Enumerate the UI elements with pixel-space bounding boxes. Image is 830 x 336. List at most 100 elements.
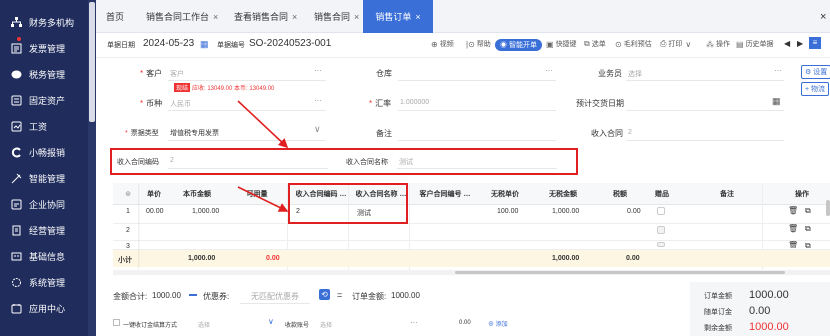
gear-icon: ⚙ (805, 69, 814, 76)
delivery-label: 预计交货日期 (576, 99, 624, 108)
help-button[interactable]: |⊙ 帮助 (466, 39, 491, 49)
invoice-type-select[interactable]: 增值税专用发票 (170, 128, 219, 138)
smart-order-button[interactable]: ◉ 智能开单 (495, 39, 542, 51)
tab-sales-order[interactable]: 销售订单 × (363, 0, 433, 33)
contract-name-label: 收入合同名称 (346, 159, 388, 166)
ops-button[interactable]: ⁂ 操作 (706, 39, 730, 49)
sidebar-item-smart[interactable]: 智能管理 (0, 165, 96, 191)
calendar-icon[interactable]: ▦ (772, 96, 781, 107)
discount-select[interactable]: 无匹配优惠券 (251, 291, 299, 302)
copy-icon[interactable]: ⧉ (805, 241, 811, 248)
col-remark[interactable]: 备注 (712, 183, 742, 205)
pick-button[interactable]: ⧉ 选单 (584, 39, 606, 49)
discount-underline (240, 303, 310, 304)
org-icon (10, 16, 23, 29)
delete-icon[interactable]: 🗑 (788, 241, 798, 248)
col-price[interactable]: 单价 (140, 183, 168, 205)
tab-view-contract[interactable]: 查看销售合同 × (234, 0, 306, 33)
video-button[interactable]: ⊕ 视频 (431, 39, 454, 49)
sidebar-item-business[interactable]: 经营管理 (0, 217, 96, 243)
chevron-down-icon[interactable]: ∨ (314, 124, 321, 135)
print-button[interactable]: ⎙ 打印 ∨ (660, 39, 693, 49)
logistics-button[interactable]: + 物流 (801, 82, 830, 96)
shortcut-button[interactable]: ▣ 快捷键 (546, 39, 577, 49)
col-tax[interactable]: 税额 (600, 183, 640, 205)
tab-home[interactable]: 首页 (106, 0, 136, 33)
salesman-more-icon[interactable]: ··· (774, 66, 782, 75)
add-button[interactable]: ⊕ 添加 (488, 319, 508, 328)
col-net-price[interactable]: 无税单价 (480, 183, 530, 205)
menu-icon[interactable]: ≡ (809, 37, 821, 49)
settings-button[interactable]: ⚙ 设置 (801, 65, 830, 79)
currency-label: 币种 (140, 98, 162, 109)
sidebar-item-collab[interactable]: 企业协同 (0, 191, 96, 217)
sidebar-item-wage[interactable]: 工资 (0, 113, 96, 139)
contract-name-input[interactable]: 测试 (399, 157, 413, 167)
tab-contract-workbench[interactable]: 销售合同工作台 × (146, 0, 228, 33)
delete-icon[interactable]: 🗑 (788, 224, 798, 233)
col-net-amount[interactable]: 无税金额 (536, 183, 590, 205)
close-icon[interactable]: × (292, 12, 297, 22)
cell-amount[interactable]: 1,000.00 (192, 208, 219, 215)
sidebar-item-app-center[interactable]: 应用中心 (0, 295, 96, 321)
remark-label: 备注 (376, 129, 392, 138)
warehouse-more-icon[interactable]: ··· (545, 66, 553, 75)
sidebar-item-tax[interactable]: 税务管理 (0, 61, 96, 87)
grid-v-scroll-thumb[interactable] (826, 200, 830, 216)
grid-settings-icon[interactable]: ⊚ (118, 183, 138, 205)
sidebar-item-base-info[interactable]: 基础信息 (0, 243, 96, 269)
margin-button[interactable]: ⊙ 毛利预估 (615, 39, 652, 49)
delete-icon[interactable]: 🗑 (788, 206, 798, 215)
sidebar-item-finance-org[interactable]: 财务多机构 (0, 9, 96, 35)
subtotal-net-amount: 1,000.00 (552, 255, 580, 262)
calendar-icon[interactable]: ▦ (200, 39, 209, 50)
gift-checkbox[interactable] (657, 242, 665, 247)
close-icon[interactable]: × (415, 12, 420, 22)
col-amount[interactable]: 本币金额 (172, 183, 222, 205)
reimburse-icon (10, 146, 23, 159)
contract-code-input[interactable]: 2 (170, 157, 174, 164)
window-close-icon[interactable]: × (820, 0, 830, 33)
col-customer-contract[interactable]: 客户合同编号 … (412, 183, 478, 205)
salesman-input[interactable]: 选择 (628, 69, 642, 79)
chevron-down-icon[interactable]: ∨ (268, 317, 274, 326)
cell-net-amount[interactable]: 1,000.00 (552, 208, 579, 215)
next-icon[interactable]: ▶ (797, 39, 803, 48)
contract-input[interactable]: 2 (628, 129, 632, 136)
sidebar-item-fixed-asset[interactable]: 固定资产 (0, 87, 96, 113)
cell-net-price[interactable]: 100.00 (497, 208, 518, 215)
sidebar-item-system[interactable]: 系统管理 (0, 269, 96, 295)
cell-price[interactable]: 00.00 (146, 208, 164, 215)
sidebar-item-label: 固定资产 (29, 95, 66, 106)
history-button[interactable]: ▤ 历史单据 (736, 39, 774, 49)
settle-select[interactable]: 选择 (198, 320, 210, 329)
close-icon[interactable]: × (354, 12, 359, 22)
account-more-icon[interactable]: ··· (410, 318, 418, 327)
gift-checkbox[interactable] (657, 226, 665, 234)
rate-input[interactable]: 1.000000 (400, 99, 429, 106)
customer-input[interactable]: 客户 (170, 69, 184, 79)
system-icon (10, 276, 23, 289)
refresh-icon[interactable]: ⟲ (319, 289, 330, 300)
receipt-amount[interactable]: 0.00 (459, 320, 471, 326)
grid-h-scroll-thumb[interactable] (455, 271, 785, 274)
currency-input[interactable]: 人民币 (170, 99, 191, 109)
close-icon[interactable]: × (213, 12, 218, 22)
account-select[interactable]: 选择 (320, 320, 332, 329)
gift-checkbox[interactable] (657, 207, 665, 215)
sidebar-item-reimburse[interactable]: 小畅报销 (0, 139, 96, 165)
customer-more-icon[interactable]: ··· (314, 66, 322, 75)
col-gift[interactable]: 赠品 (650, 183, 674, 205)
col-available[interactable]: 可用量 (232, 183, 282, 205)
cell-tax[interactable]: 0.00 (627, 208, 641, 215)
sidebar-scroll-thumb[interactable] (89, 2, 95, 122)
sidebar-item-invoice[interactable]: 发票管理 (0, 35, 96, 61)
date-value[interactable]: 2024-05-23 (143, 38, 194, 49)
one-key-checkbox[interactable] (113, 319, 120, 326)
prev-icon[interactable]: ◀ (784, 39, 790, 48)
video-icon: ⊕ (431, 39, 438, 49)
copy-icon[interactable]: ⧉ (805, 224, 811, 234)
currency-more-icon[interactable]: ··· (314, 96, 322, 105)
tab-contract[interactable]: 销售合同 × (314, 0, 366, 33)
copy-icon[interactable]: ⧉ (805, 206, 811, 216)
